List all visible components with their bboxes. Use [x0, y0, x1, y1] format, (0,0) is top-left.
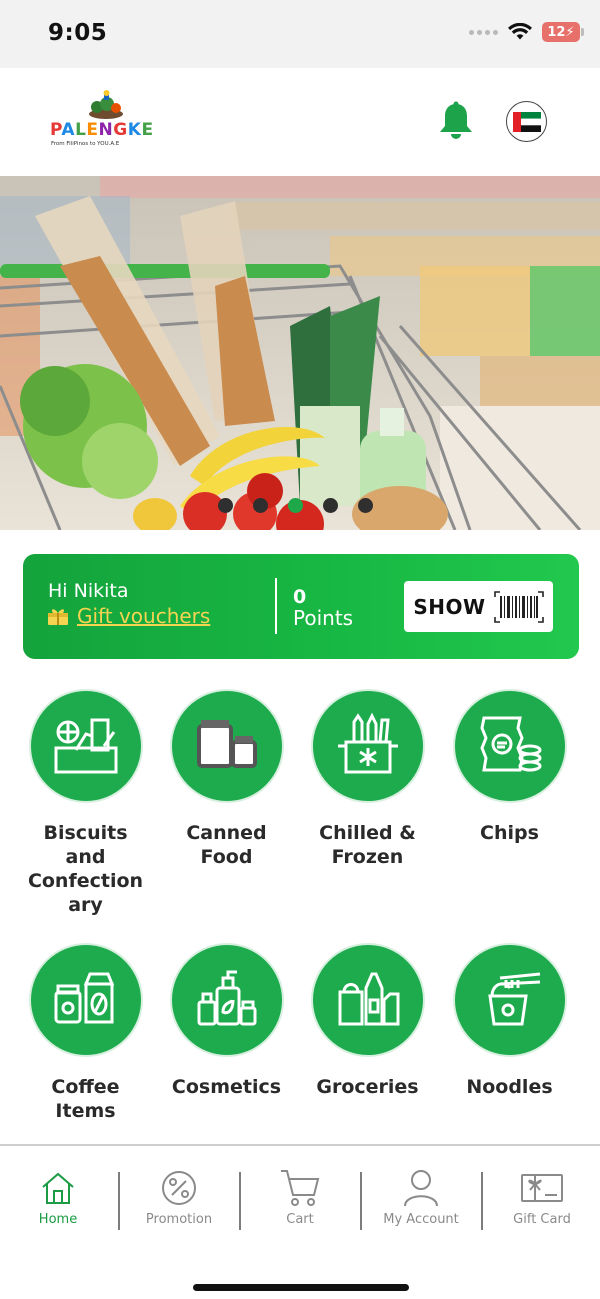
carousel-dot[interactable] [322, 498, 338, 513]
logo-basket-art [89, 90, 123, 119]
banner-shopping-cart-image [0, 176, 600, 530]
wifi-icon [508, 23, 532, 40]
category-label: Groceries [316, 1076, 419, 1098]
nav-label: Gift Card [513, 1212, 571, 1227]
gift-vouchers-label[interactable]: Gift vouchers [77, 604, 210, 628]
category-cosmetics[interactable]: Cosmetics [156, 943, 297, 1099]
nav-label: Cart [286, 1212, 314, 1227]
carousel-dot[interactable] [252, 498, 268, 513]
battery-icon: 12 ⚡ [542, 22, 584, 42]
category-coffee[interactable]: Coffee Items [15, 943, 156, 1123]
bottom-navigation: Home Promotion Cart My Account Gift Card [0, 1144, 600, 1299]
category-label: Chips [480, 822, 539, 844]
uae-flag-icon [512, 111, 541, 132]
logo-tagline: From FiliPinos to YOU.A.E [51, 141, 120, 147]
nav-home[interactable]: Home [0, 1168, 118, 1227]
category-label: Canned Food [186, 822, 267, 868]
category-groceries[interactable]: Groceries [297, 943, 438, 1099]
show-barcode-button[interactable]: SHOW [404, 581, 553, 632]
carousel-dot[interactable] [357, 498, 373, 513]
category-label: Chilled & Frozen [319, 822, 416, 868]
status-icons: 12 ⚡ [469, 22, 584, 42]
cellular-signal-icon [469, 29, 498, 35]
gift-vouchers-link[interactable]: Gift vouchers [47, 604, 210, 628]
status-bar: 9:05 12 ⚡ [0, 0, 600, 68]
category-label: Cosmetics [171, 1076, 282, 1098]
home-icon [42, 1172, 74, 1204]
category-label: Coffee Items [51, 1076, 120, 1122]
nav-label: My Account [383, 1212, 459, 1227]
category-label: Biscuits and Confection ary [27, 822, 144, 916]
bell-icon [440, 101, 472, 139]
greeting-text: Hi Nikita [48, 580, 129, 602]
category-canned-food[interactable]: Canned Food [156, 689, 297, 869]
gift-icon [48, 609, 68, 625]
carousel-dot-active[interactable] [287, 498, 303, 513]
app-header: PALENGKE From FiliPinos to YOU.A.E [0, 68, 600, 176]
chips-icon [452, 689, 567, 803]
loyalty-card: Hi Nikita Gift vouchers 0 Points SHOW [23, 554, 579, 659]
palengke-logo[interactable]: PALENGKE From FiliPinos to YOU.A.E [50, 90, 153, 154]
notifications-button[interactable] [438, 101, 474, 141]
cart-icon [281, 1170, 320, 1206]
category-noodles[interactable]: Noodles [439, 943, 580, 1099]
show-label: SHOW [413, 594, 486, 619]
user-icon [404, 1170, 438, 1207]
biscuits-icon [28, 689, 143, 803]
category-label: Noodles [466, 1076, 553, 1098]
language-country-button[interactable] [506, 101, 547, 142]
nav-cart[interactable]: Cart [240, 1168, 360, 1227]
points-value: 0 [293, 586, 307, 608]
gift-card-icon [521, 1174, 563, 1202]
nav-gift-card[interactable]: Gift Card [482, 1168, 600, 1227]
carousel-dot[interactable] [217, 498, 233, 513]
category-biscuits[interactable]: Biscuits and Confection ary [15, 689, 156, 917]
nav-label: Promotion [145, 1212, 213, 1227]
canned-food-icon [169, 689, 284, 803]
percent-icon [162, 1171, 196, 1205]
noodles-icon [452, 943, 567, 1057]
barcode-icon [493, 590, 544, 623]
nav-label: Home [38, 1212, 78, 1227]
card-divider [275, 578, 277, 634]
category-chilled-frozen[interactable]: Chilled & Frozen [297, 689, 438, 869]
nav-promotion[interactable]: Promotion [119, 1168, 239, 1227]
points-label: Points [293, 606, 354, 630]
coffee-icon [28, 943, 143, 1057]
battery-level: 12 [547, 24, 566, 40]
logo-wordmark: PALENGKE [50, 120, 154, 140]
home-indicator[interactable] [193, 1284, 409, 1291]
carousel-indicators [0, 498, 600, 513]
cosmetics-icon [169, 943, 284, 1057]
status-time: 9:05 [48, 20, 108, 46]
category-chips[interactable]: Chips [439, 689, 580, 845]
promo-banner-carousel[interactable] [0, 176, 600, 530]
groceries-icon [310, 943, 425, 1057]
nav-my-account[interactable]: My Account [361, 1168, 481, 1227]
chilled-frozen-icon [310, 689, 425, 803]
